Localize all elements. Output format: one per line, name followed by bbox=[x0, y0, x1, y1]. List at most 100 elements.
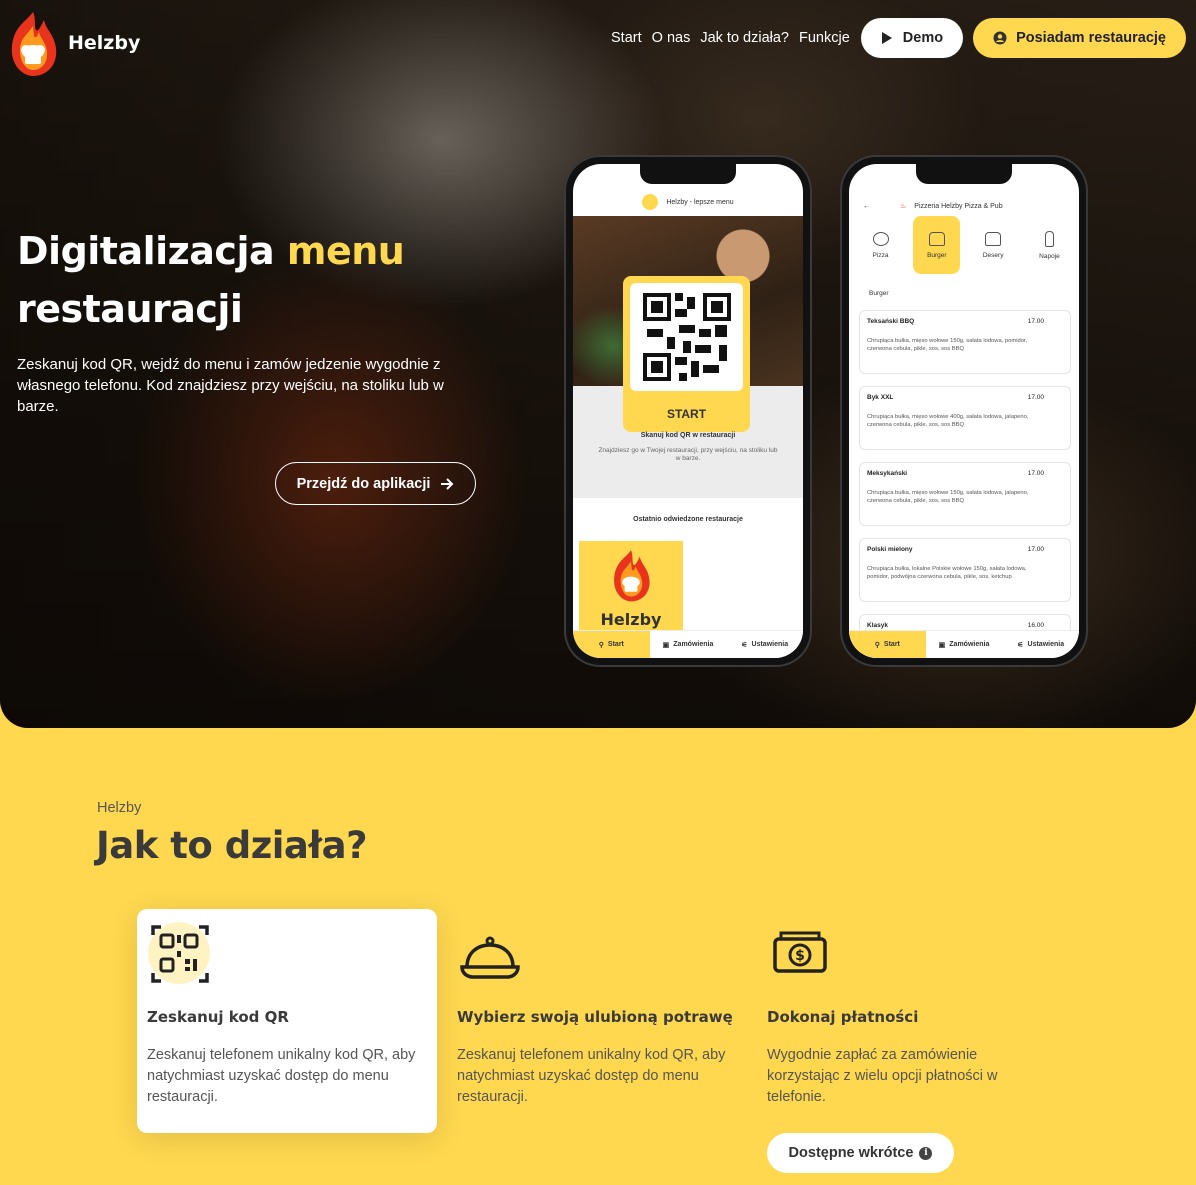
go-to-app-button[interactable]: Przejdź do aplikacji bbox=[275, 462, 476, 505]
phone-mockup-menu: ← ♨ Pizzeria Helzby Pizza & Pub Pizza Bu… bbox=[840, 155, 1088, 667]
hero-section: Helzby Start O nas Jak to działa? Funkcj… bbox=[0, 0, 1196, 728]
step-description: Zeskanuj telefonem unikalny kod QR, aby … bbox=[147, 1047, 416, 1105]
menu-item-price: 17.00 bbox=[1027, 318, 1044, 325]
tab-start[interactable]: ⚲ Start bbox=[849, 631, 926, 658]
user-circle-icon bbox=[993, 31, 1007, 45]
step-title: Dokonaj płatności bbox=[767, 1008, 919, 1026]
section-title: Jak to działa? bbox=[96, 824, 368, 867]
brand-logo[interactable]: Helzby bbox=[6, 8, 140, 78]
phone-notch bbox=[640, 164, 736, 184]
menu-item[interactable]: Meksykański 17.00 Chrupiąca bułka, mięso… bbox=[859, 462, 1071, 526]
sliders-icon: ⚟ bbox=[741, 641, 748, 649]
category-pizza-label: Pizza bbox=[872, 251, 889, 259]
step-card-choose[interactable]: Wybierz swoją ulubioną potrawę Zeskanuj … bbox=[447, 909, 747, 1133]
banknote-icon: $ bbox=[773, 931, 827, 973]
step-title: Zeskanuj kod QR bbox=[147, 1008, 289, 1026]
step-card-pay[interactable]: $ Dokonaj płatności Wygodnie zapłać za z… bbox=[757, 909, 1057, 1133]
menu-item-description: Chrupiąca bułka, mięso wołowe 150g, sała… bbox=[867, 490, 1029, 504]
restaurant-owner-button[interactable]: Posiadam restaurację bbox=[973, 18, 1186, 58]
nav-link-about[interactable]: O nas bbox=[652, 30, 691, 46]
available-soon-label: Dostępne wkrótce bbox=[788, 1145, 914, 1161]
qr-code bbox=[630, 283, 743, 391]
flame-icon: ♨ bbox=[900, 203, 907, 210]
tab-settings-label: Ustawienia bbox=[1027, 641, 1065, 648]
qr-scan-icon bbox=[148, 922, 210, 984]
category-drinks-label: Napoje bbox=[1039, 252, 1060, 260]
recent-restaurant-name: Helzby bbox=[600, 610, 662, 629]
tab-settings-label: Ustawienia bbox=[751, 641, 789, 648]
demo-button[interactable]: Demo bbox=[860, 18, 964, 58]
phone-notch bbox=[916, 164, 1012, 184]
menu-item-price: 17.00 bbox=[1027, 546, 1044, 553]
hero-title: Digitalizacja menu restauracji bbox=[17, 222, 537, 338]
go-to-app-label: Przejdź do aplikacji bbox=[296, 475, 431, 492]
restaurant-title: Pizzeria Helzby Pizza & Pub bbox=[914, 202, 1003, 210]
sliders-icon: ⚟ bbox=[1017, 641, 1024, 649]
scan-title: Skanuj kod QR w restauracji bbox=[640, 432, 736, 439]
nav-link-features[interactable]: Funkcje bbox=[799, 30, 850, 46]
menu-item-list: Teksański BBQ 17.00 Chrupiąca bułka, mię… bbox=[859, 310, 1071, 658]
category-burger[interactable]: Burger bbox=[913, 216, 961, 274]
menu-item-price: 16.00 bbox=[1027, 622, 1044, 629]
tab-settings[interactable]: ⚟ Ustawienia bbox=[1002, 631, 1079, 658]
location-pin-icon: ⚲ bbox=[874, 641, 880, 649]
menu-item[interactable]: Teksański BBQ 17.00 Chrupiąca bułka, mię… bbox=[859, 310, 1071, 374]
brand-name: Helzby bbox=[68, 32, 141, 54]
main-nav: Start O nas Jak to działa? Funkcje Demo … bbox=[611, 18, 1186, 58]
tab-orders[interactable]: ▣ Zamówienia bbox=[926, 631, 1003, 658]
flame-chef-logo-icon bbox=[614, 550, 650, 602]
hero-description: Zeskanuj kod QR, wejdź do menu i zamów j… bbox=[17, 356, 444, 415]
flame-chef-logo-icon bbox=[11, 12, 57, 76]
tab-orders-label: Zamówienia bbox=[673, 641, 714, 648]
hero-title-part1: Digitalizacja bbox=[17, 229, 287, 273]
bag-icon: ▣ bbox=[938, 641, 946, 649]
location-pin-icon: ⚲ bbox=[598, 641, 604, 649]
bottom-tab-bar: ⚲ Start ▣ Zamówienia ⚟ Ustawienia bbox=[573, 630, 803, 658]
start-label: START bbox=[666, 407, 707, 421]
nav-link-how-it-works[interactable]: Jak to działa? bbox=[700, 30, 789, 46]
recent-restaurant-card[interactable]: Helzby bbox=[579, 541, 683, 633]
svg-text:$: $ bbox=[795, 948, 805, 964]
menu-section-label: Burger bbox=[869, 290, 889, 297]
bottom-tab-bar: ⚲ Start ▣ Zamówienia ⚟ Ustawienia bbox=[849, 630, 1079, 658]
step-description: Wygodnie zapłać za zamówienie korzystają… bbox=[767, 1047, 998, 1105]
section-kicker: Helzby bbox=[97, 800, 142, 816]
step-description: Zeskanuj telefonem unikalny kod QR, aby … bbox=[457, 1047, 726, 1105]
bag-icon: ▣ bbox=[662, 641, 670, 649]
app-header: ← ♨ Pizzeria Helzby Pizza & Pub bbox=[863, 202, 1071, 211]
step-card-scan[interactable]: Zeskanuj kod QR Zeskanuj telefonem unika… bbox=[137, 909, 437, 1133]
arrow-right-icon bbox=[441, 477, 454, 490]
available-soon-button[interactable]: Dostępne wkrótce i bbox=[767, 1133, 954, 1173]
menu-item-description: Chrupiąca bułka, lokalne Polskie wołowe … bbox=[867, 566, 1027, 580]
menu-item-description: Chrupiąca bułka, mięso wołowe 150g, sała… bbox=[867, 338, 1028, 352]
qr-start-card[interactable]: START bbox=[623, 276, 750, 432]
menu-item-description: Chrupiąca bułka, mięso wołowe 400g, sała… bbox=[867, 414, 1029, 428]
category-desserts[interactable]: Desery bbox=[970, 216, 1017, 274]
tab-settings[interactable]: ⚟ Ustawienia bbox=[726, 631, 803, 658]
phone-screen-start: Helzby - lepsze menu START Skanuj kod QR… bbox=[573, 164, 803, 658]
back-arrow-icon[interactable]: ← bbox=[863, 203, 870, 210]
tab-orders[interactable]: ▣ Zamówienia bbox=[650, 631, 727, 658]
tab-start[interactable]: ⚲ Start bbox=[573, 631, 650, 658]
category-pizza[interactable]: Pizza bbox=[857, 216, 904, 274]
app-header: Helzby - lepsze menu bbox=[573, 194, 803, 210]
scan-description: Znajdziesz go w Twojej restauracji, przy… bbox=[598, 447, 778, 462]
category-list: Pizza Burger Desery Napoje bbox=[857, 216, 1073, 274]
restaurant-owner-label: Posiadam restaurację bbox=[1016, 30, 1166, 46]
nav-link-start[interactable]: Start bbox=[611, 30, 642, 46]
category-burger-label: Burger bbox=[927, 251, 947, 259]
info-icon: i bbox=[919, 1146, 933, 1160]
mini-logo-icon bbox=[642, 194, 659, 210]
phone-screen-menu: ← ♨ Pizzeria Helzby Pizza & Pub Pizza Bu… bbox=[849, 164, 1079, 658]
menu-item[interactable]: Byk XXL 17.00 Chrupiąca bułka, mięso woł… bbox=[859, 386, 1071, 450]
tab-start-label: Start bbox=[607, 641, 624, 648]
hero-title-part2: restauracji bbox=[17, 287, 243, 331]
qr-code-icon bbox=[643, 293, 731, 381]
hero-title-accent: menu bbox=[286, 229, 405, 273]
category-drinks[interactable]: Napoje bbox=[1026, 216, 1073, 274]
pizza-icon bbox=[872, 231, 889, 246]
food-cloche-icon bbox=[460, 936, 520, 979]
step-title: Wybierz swoją ulubioną potrawę bbox=[457, 1008, 733, 1026]
cake-icon bbox=[985, 231, 1002, 246]
menu-item[interactable]: Polski mielony 17.00 Chrupiąca bułka, lo… bbox=[859, 538, 1071, 602]
